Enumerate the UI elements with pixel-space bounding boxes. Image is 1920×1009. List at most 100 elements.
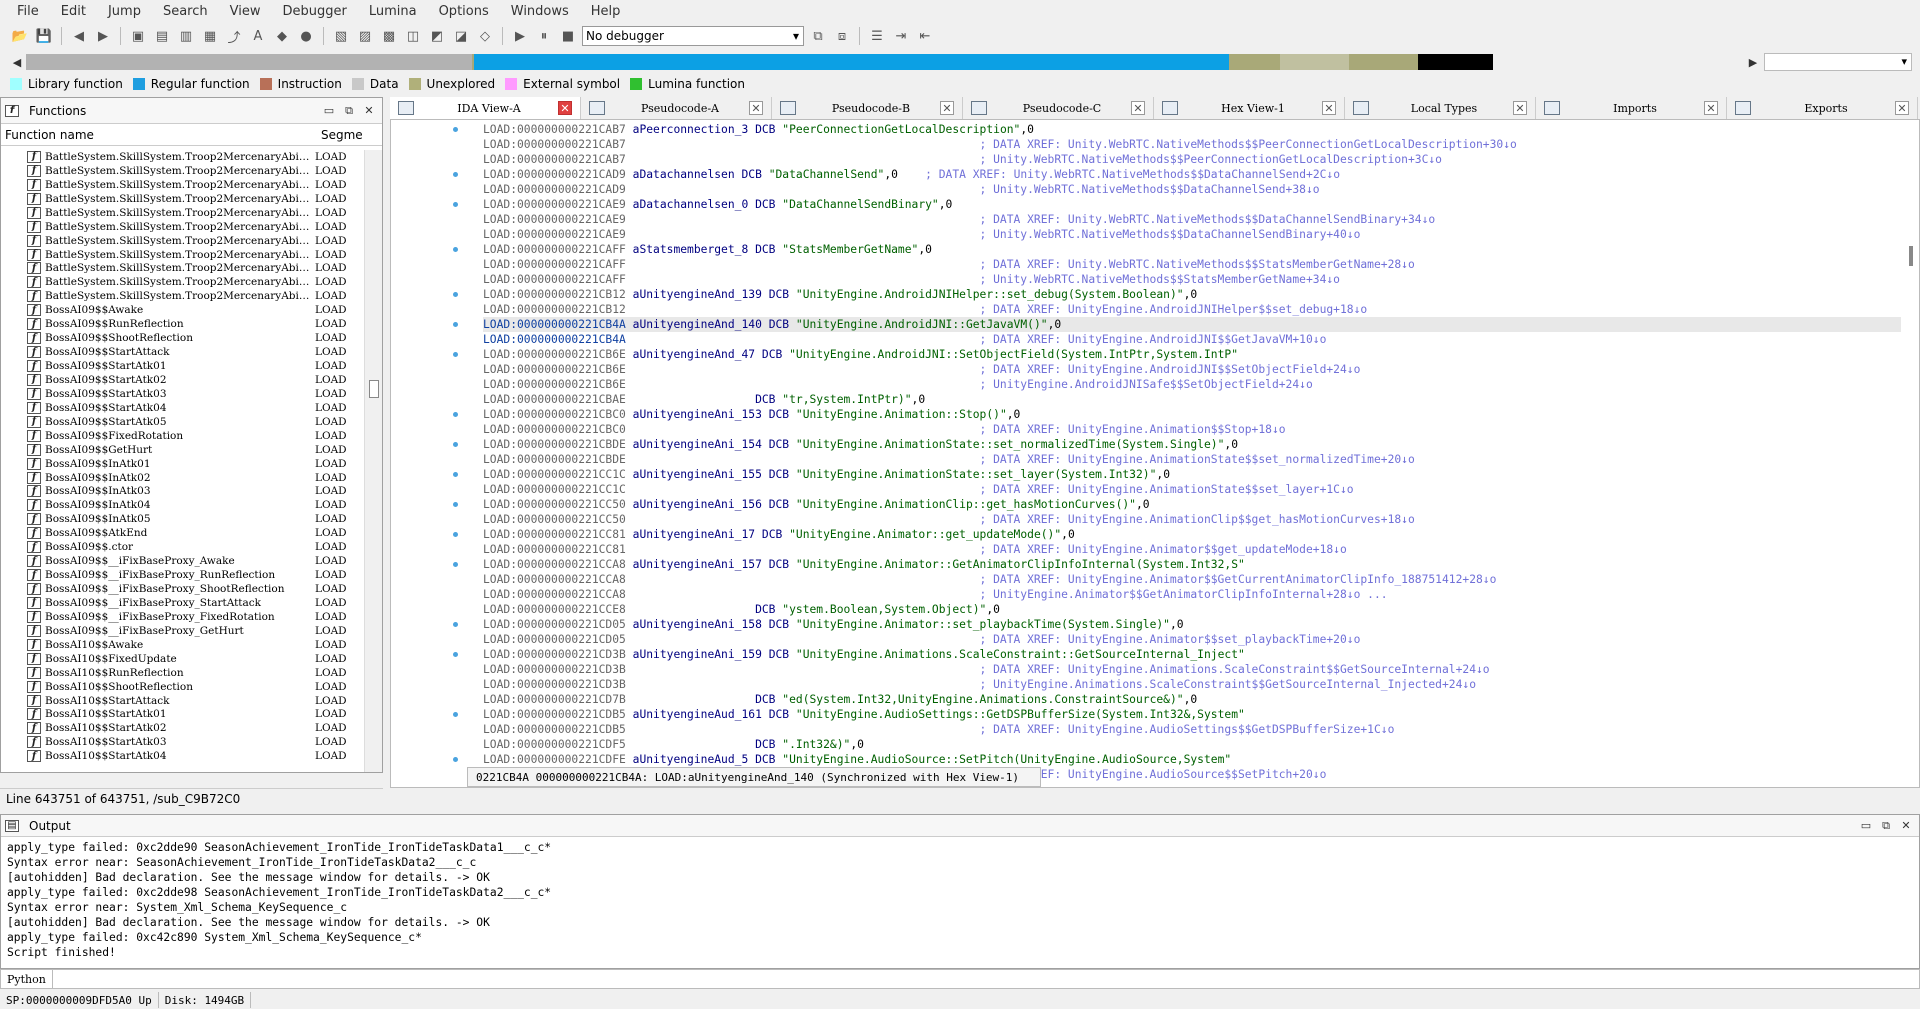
disasm-line[interactable]: LOAD:000000000221CCE8 DCB "ystem.Boolean… (483, 602, 1901, 617)
navbar-segment[interactable] (26, 54, 473, 70)
function-row[interactable]: f BossAI09$$InAtk02 LOAD (1, 471, 364, 485)
disasm-line[interactable]: LOAD:000000000221CAFF ; Unity.WebRTC.Nat… (483, 272, 1901, 287)
disasm-line[interactable]: LOAD:000000000221CAE9 aDatachannelsen_0 … (483, 197, 1901, 212)
navbar-segment[interactable] (1348, 54, 1418, 70)
disasm-line[interactable]: LOAD:000000000221CD05 ; DATA XREF: Unity… (483, 632, 1901, 647)
scrollbar-thumb[interactable] (369, 380, 379, 398)
close-icon[interactable]: ✕ (749, 101, 763, 115)
debugger-options-icon[interactable]: ⧉ (808, 26, 828, 46)
open-file-icon[interactable]: 📂 (10, 26, 30, 46)
function-row[interactable]: f BossAI10$$StartAtk03 LOAD (1, 735, 364, 749)
run-icon[interactable]: ▶ (510, 26, 530, 46)
disasm-line[interactable]: LOAD:000000000221CAFF aStatsmemberget_8 … (483, 242, 1901, 257)
tab-pseudocode-c[interactable]: Pseudocode-C ✕ (963, 97, 1154, 119)
hex-icon[interactable]: ◩ (427, 26, 447, 46)
function-row[interactable]: f BossAI09$$__iFixBaseProxy_Awake LOAD (1, 554, 364, 568)
menu-item-search[interactable]: Search (152, 4, 219, 19)
disasm-line[interactable]: LOAD:000000000221CC81 ; DATA XREF: Unity… (483, 542, 1901, 557)
disasm-line[interactable]: LOAD:000000000221CDFE aUnityengineAud_5 … (483, 752, 1901, 767)
function-row[interactable]: f BossAI09$$StartAtk05 LOAD (1, 415, 364, 429)
function-row[interactable]: f BossAI09$$__iFixBaseProxy_StartAttack LO… (1, 596, 364, 610)
function-row[interactable]: f BattleSystem.SkillSystem.Troop2Mercenar… (1, 164, 364, 178)
function-row[interactable]: f BattleSystem.SkillSystem.Troop2Mercenar… (1, 275, 364, 289)
function-row[interactable]: f BattleSystem.SkillSystem.Troop2Mercenar… (1, 150, 364, 164)
function-row[interactable]: f BattleSystem.SkillSystem.Troop2Mercenar… (1, 178, 364, 192)
menu-item-file[interactable]: File (6, 4, 50, 19)
function-icon[interactable]: ▦ (200, 26, 220, 46)
disasm-line[interactable]: LOAD:000000000221CC50 aUnityengineAni_15… (483, 497, 1901, 512)
disasm-line[interactable]: LOAD:000000000221CC81 aUnityengineAni_17… (483, 527, 1901, 542)
outdent-icon[interactable]: ⇤ (915, 26, 935, 46)
disasm-line[interactable]: LOAD:000000000221CC50 ; DATA XREF: Unity… (483, 512, 1901, 527)
list-icon[interactable]: ☰ (867, 26, 887, 46)
menu-item-options[interactable]: Options (428, 4, 500, 19)
disasm-line[interactable]: LOAD:000000000221CAD9 aDatachannelsen DC… (483, 167, 1901, 182)
menu-item-edit[interactable]: Edit (50, 4, 97, 19)
disasm-line[interactable]: LOAD:000000000221CDB5 aUnityengineAud_16… (483, 707, 1901, 722)
disasm-line[interactable]: LOAD:000000000221CC1C aUnityengineAni_15… (483, 467, 1901, 482)
function-row[interactable]: f BossAI09$$InAtk05 LOAD (1, 512, 364, 526)
disasm-line[interactable]: LOAD:000000000221CAB7 ; Unity.WebRTC.Nat… (483, 152, 1901, 167)
pause-icon[interactable]: ⏸ (534, 26, 554, 46)
disasm-line[interactable]: LOAD:000000000221CBC0 aUnityengineAni_15… (483, 407, 1901, 422)
command-input[interactable] (53, 970, 1919, 988)
function-row[interactable]: f BossAI09$$ShootReflection LOAD (1, 331, 364, 345)
tab-ida-view-a[interactable]: IDA View-A ✕ (390, 97, 581, 119)
disasm-line[interactable]: LOAD:000000000221CB6E ; DATA XREF: Unity… (483, 362, 1901, 377)
disasm-line[interactable]: LOAD:000000000221CD3B ; UnityEngine.Anim… (483, 677, 1901, 692)
function-row[interactable]: f BossAI09$$StartAtk02 LOAD (1, 373, 364, 387)
disasm-line[interactable]: LOAD:000000000221CD05 aUnityengineAni_15… (483, 617, 1901, 632)
disasm-line[interactable]: LOAD:000000000221CD7B DCB "ed(System.Int… (483, 692, 1901, 707)
navbar-segment[interactable] (1228, 54, 1281, 70)
navigation-strip[interactable] (26, 54, 1742, 70)
menu-item-view[interactable]: View (219, 4, 272, 19)
python-button[interactable]: Python (1, 970, 53, 988)
close-icon[interactable]: ✕ (1704, 101, 1718, 115)
function-row[interactable]: f BossAI09$$Awake LOAD (1, 303, 364, 317)
function-row[interactable]: f BossAI09$$.ctor LOAD (1, 540, 364, 554)
tab-hex-view-1[interactable]: Hex View-1 ✕ (1154, 97, 1345, 119)
function-row[interactable]: f BossAI10$$StartAtk01 LOAD (1, 708, 364, 722)
breakpoint-icon[interactable]: ◆ (272, 26, 292, 46)
menu-item-debugger[interactable]: Debugger (271, 4, 357, 19)
disasm-line[interactable]: LOAD:000000000221CBAE DCB "tr,System.Int… (483, 392, 1901, 407)
navigation-band[interactable]: ◀ ▶ ▾ (0, 52, 1920, 72)
disasm-line[interactable]: LOAD:000000000221CD3B aUnityengineAni_15… (483, 647, 1901, 662)
function-row[interactable]: f BattleSystem.SkillSystem.Troop2Mercenar… (1, 206, 364, 220)
tab-pseudocode-a[interactable]: Pseudocode-A ✕ (581, 97, 772, 119)
disasm-line[interactable]: LOAD:000000000221CC1C ; DATA XREF: Unity… (483, 482, 1901, 497)
function-row[interactable]: f BossAI09$$StartAttack LOAD (1, 345, 364, 359)
close-icon[interactable]: ✕ (558, 101, 572, 115)
debugger-select[interactable]: No debugger ▾ (582, 26, 804, 46)
menu-item-windows[interactable]: Windows (500, 4, 580, 19)
debugger-attach-icon[interactable]: ⧈ (832, 26, 852, 46)
disasm-line[interactable]: LOAD:000000000221CDF5 DCB ".Int32&)",0 (483, 737, 1901, 752)
function-row[interactable]: f BossAI09$$RunReflection LOAD (1, 317, 364, 331)
disasm-line[interactable]: LOAD:000000000221CB4A ; DATA XREF: Unity… (483, 332, 1901, 347)
nav-left-arrow-icon[interactable]: ◀ (10, 55, 24, 69)
struct-icon[interactable]: ▩ (379, 26, 399, 46)
function-row[interactable]: f BossAI10$$FixedUpdate LOAD (1, 652, 364, 666)
disasm-line[interactable]: LOAD:000000000221CAD9 ; Unity.WebRTC.Nat… (483, 182, 1901, 197)
tab-pseudocode-b[interactable]: Pseudocode-B ✕ (772, 97, 963, 119)
function-row[interactable]: f BattleSystem.SkillSystem.Troop2Mercenar… (1, 234, 364, 248)
disasm-line[interactable]: LOAD:000000000221CCA8 aUnityengineAni_15… (483, 557, 1901, 572)
float-icon[interactable]: ⧉ (1879, 819, 1893, 833)
function-row[interactable]: f BossAI09$$InAtk03 LOAD (1, 485, 364, 499)
function-row[interactable]: f BattleSystem.SkillSystem.Troop2Mercenar… (1, 289, 364, 303)
function-row[interactable]: f BossAI10$$StartAttack LOAD (1, 694, 364, 708)
disasm-line[interactable]: LOAD:000000000221CB12 ; DATA XREF: Unity… (483, 302, 1901, 317)
disasm-line[interactable]: LOAD:000000000221CAB7 ; DATA XREF: Unity… (483, 137, 1901, 152)
function-row[interactable]: f BattleSystem.SkillSystem.Troop2Mercenar… (1, 262, 364, 276)
code-icon[interactable]: ▣ (128, 26, 148, 46)
back-icon[interactable]: ◀ (69, 26, 89, 46)
function-row[interactable]: f BossAI09$$GetHurt LOAD (1, 443, 364, 457)
disasm-line[interactable]: LOAD:000000000221CBDE aUnityengineAni_15… (483, 437, 1901, 452)
forward-icon[interactable]: ▶ (93, 26, 113, 46)
function-row[interactable]: f BossAI09$$StartAtk01 LOAD (1, 359, 364, 373)
disasm-line[interactable]: LOAD:000000000221CDB5 ; DATA XREF: Unity… (483, 722, 1901, 737)
function-row[interactable]: f BossAI10$$StartAtk02 LOAD (1, 721, 364, 735)
function-row[interactable]: f BossAI09$$__iFixBaseProxy_RunReflection… (1, 568, 364, 582)
navbar-segment[interactable] (1493, 54, 1742, 70)
disasm-line[interactable]: LOAD:000000000221CB6E aUnityengineAnd_47… (483, 347, 1901, 362)
